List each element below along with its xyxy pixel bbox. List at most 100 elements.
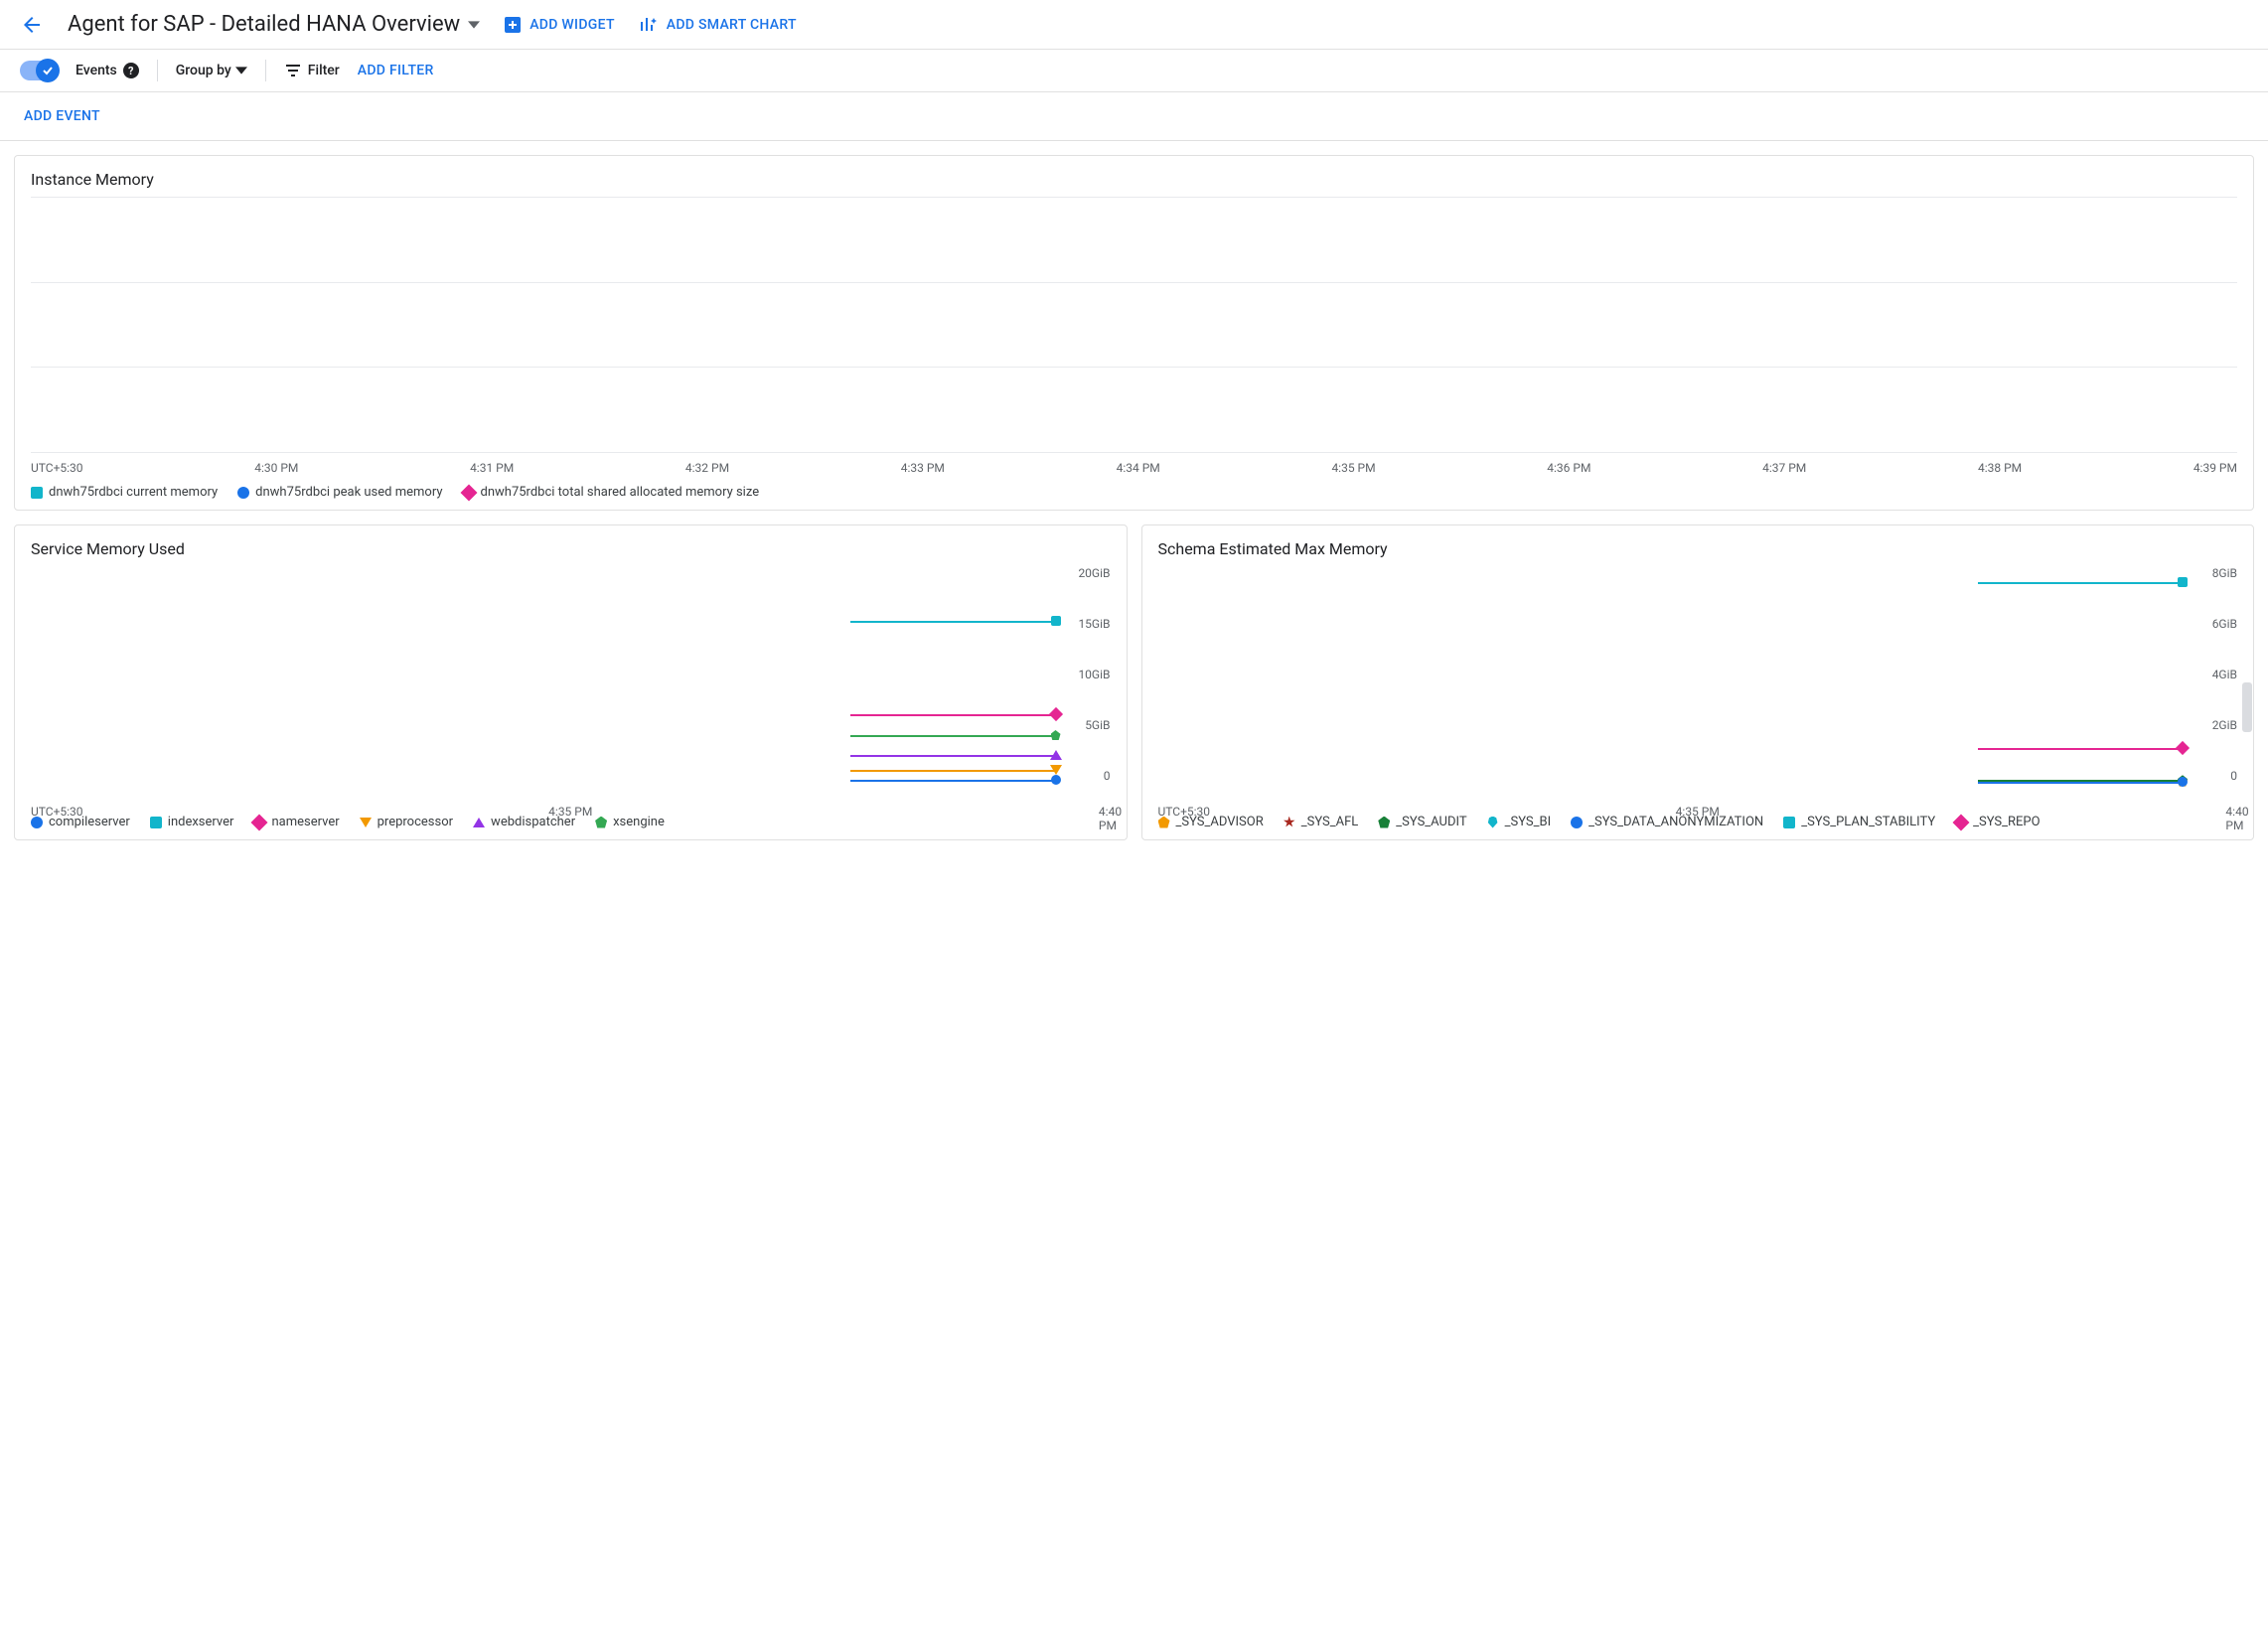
add-event-button[interactable]: ADD EVENT [24,108,100,124]
filter-icon [284,62,302,79]
legend-marker [237,487,249,499]
legend-item[interactable]: _SYS_BI [1487,815,1552,829]
legend-item[interactable]: xsengine [595,815,665,829]
y-tick: 2GiB [2188,718,2237,732]
series-line [850,780,1055,782]
add-filter-button[interactable]: ADD FILTER [358,63,434,78]
toggle-thumb [36,59,60,82]
series-end-marker [1050,750,1062,760]
dashboard-header: Agent for SAP - Detailed HANA Overview A… [0,0,2268,50]
legend-marker [1378,817,1390,828]
y-tick: 8GiB [2188,566,2237,580]
group-by-label: Group by [176,63,231,78]
arrow-left-icon [20,13,44,37]
help-icon[interactable]: ? [123,63,139,78]
legend-label: _SYS_PLAN_STABILITY [1801,815,1935,829]
back-button[interactable] [20,13,44,37]
scrollbar[interactable] [2242,682,2252,732]
add-smart-chart-button[interactable]: ADD SMART CHART [639,15,797,35]
x-tick: 4:40 PM [1099,805,1122,832]
caret-down-icon [468,19,480,31]
add-widget-button[interactable]: ADD WIDGET [504,16,615,34]
title-dropdown[interactable]: Agent for SAP - Detailed HANA Overview [68,12,480,37]
x-tick: 4:31 PM [470,461,514,475]
add-smart-chart-label: ADD SMART CHART [667,17,797,33]
legend-marker [1953,814,1970,830]
plot-inner [31,566,1056,783]
y-tick: 0 [1061,769,1111,783]
timezone-label: UTC+5:30 [1158,805,1211,819]
legend-marker [1571,817,1583,828]
chart-instance-memory: Instance Memory UTC+5:304:30 PM4:31 PM4:… [14,155,2254,511]
add-box-icon [504,16,522,34]
legend-marker [251,814,268,830]
series-line [850,735,1055,737]
legend-label: nameserver [271,815,339,829]
legend-label: _SYS_AFL [1301,815,1359,829]
chart-title: Instance Memory [31,170,2237,189]
events-toggle[interactable] [20,61,58,80]
chart-plot[interactable]: 20GiB15GiB10GiB5GiB0 UTC+5:304:35 PM4:40… [31,566,1111,805]
legend-marker [150,817,162,828]
group-by-dropdown[interactable]: Group by [176,63,247,78]
chart-plot[interactable]: UTC+5:304:30 PM4:31 PM4:32 PM4:33 PM4:34… [31,197,2237,475]
series-end-marker [1051,775,1061,785]
x-tick: 4:35 PM [548,805,592,819]
legend-item[interactable]: _SYS_REPO [1955,815,2040,829]
series-end-marker [1051,730,1061,740]
chart-plot[interactable]: 8GiB6GiB4GiB2GiB0 UTC+5:304:35 PM4:40 PM [1158,566,2238,805]
series-line [850,621,1055,623]
legend-item[interactable]: nameserver [253,815,339,829]
legend-marker [1783,817,1795,828]
x-axis: UTC+5:304:30 PM4:31 PM4:32 PM4:33 PM4:34… [31,461,2237,475]
legend-label: dnwh75rdbci current memory [49,485,218,500]
smart-chart-icon [639,15,659,35]
series-line [850,755,1055,757]
chart-title: Service Memory Used [31,539,1111,558]
series-line [1978,748,2183,750]
divider [265,60,266,81]
series-end-marker [2178,777,2188,787]
legend-item[interactable]: _SYS_PLAN_STABILITY [1783,815,1935,829]
chart-schema-est-max-memory: Schema Estimated Max Memory 8GiB6GiB4GiB… [1141,524,2255,840]
y-tick: 15GiB [1061,617,1111,631]
series-line [850,714,1055,716]
x-tick: 4:35 PM [1331,461,1375,475]
legend-item[interactable]: _SYS_AFL [1284,815,1359,829]
legend-marker [1487,817,1499,828]
y-tick: 20GiB [1061,566,1111,580]
filter-button[interactable]: Filter [284,62,340,79]
legend-marker [460,484,477,501]
legend-item[interactable]: indexserver [150,815,234,829]
gridlines [31,197,2237,453]
y-tick: 6GiB [2188,617,2237,631]
chart-service-memory-used: Service Memory Used 20GiB15GiB10GiB5GiB0… [14,524,1128,840]
legend-item[interactable]: dnwh75rdbci total shared allocated memor… [463,485,760,500]
divider [157,60,158,81]
legend-label: preprocessor [378,815,453,829]
series-line [850,770,1055,772]
legend-item[interactable]: dnwh75rdbci peak used memory [237,485,442,500]
check-icon [41,64,55,77]
y-tick: 0 [2188,769,2237,783]
legend-marker [473,818,485,827]
legend-item[interactable]: preprocessor [360,815,453,829]
legend-marker [360,818,372,827]
plot-inner [1158,566,2184,783]
series-end-marker [1050,765,1062,775]
x-tick: 4:30 PM [254,461,298,475]
legend-item[interactable]: _SYS_DATA_ANONYMIZATION [1571,815,1763,829]
legend-item[interactable]: dnwh75rdbci current memory [31,485,218,500]
legend-label: xsengine [613,815,665,829]
series-line [1978,782,2183,784]
x-tick: 4:33 PM [901,461,945,475]
legend-label: _SYS_BI [1505,815,1552,829]
legend-item[interactable]: _SYS_AUDIT [1378,815,1466,829]
legend-label: _SYS_REPO [1973,815,2040,829]
timezone-label: UTC+5:30 [31,805,83,819]
chart-legend: dnwh75rdbci current memory dnwh75rdbci pe… [31,485,2237,500]
filter-toolbar: Events ? Group by Filter ADD FILTER [0,50,2268,92]
x-tick: 4:34 PM [1117,461,1160,475]
events-label: Events [76,63,117,78]
series-end-marker [2178,577,2188,587]
